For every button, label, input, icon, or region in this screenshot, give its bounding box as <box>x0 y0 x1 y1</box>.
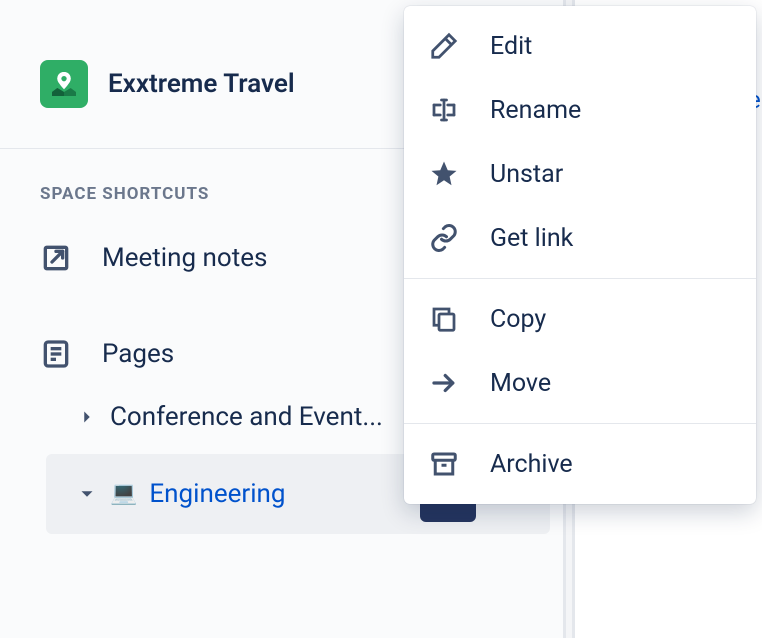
menu-label: Unstar <box>490 160 563 189</box>
tree-item-label: Engineering <box>149 479 285 509</box>
external-link-icon <box>40 242 72 274</box>
menu-rename[interactable]: Rename <box>404 78 756 142</box>
menu-get-link[interactable]: Get link <box>404 206 756 270</box>
menu-unstar[interactable]: Unstar <box>404 142 756 206</box>
shortcut-label: Meeting notes <box>102 243 267 273</box>
page-actions-menu: Edit Rename Unstar <box>404 6 756 504</box>
star-icon <box>428 158 460 190</box>
menu-move[interactable]: Move <box>404 351 756 415</box>
menu-label: Copy <box>490 305 546 334</box>
pages-icon <box>40 338 72 370</box>
menu-label: Move <box>490 369 551 398</box>
space-logo <box>40 60 88 108</box>
pencil-icon <box>428 30 460 62</box>
rename-icon <box>428 94 460 126</box>
arrow-right-icon <box>428 367 460 399</box>
space-name: Exxtreme Travel <box>108 69 295 99</box>
tree-item-label: Conference and Event... <box>110 402 383 432</box>
copy-icon <box>428 303 460 335</box>
laptop-emoji-icon: 💻 <box>110 483 137 505</box>
menu-label: Rename <box>490 96 581 125</box>
menu-archive[interactable]: Archive <box>404 432 756 496</box>
archive-icon <box>428 448 460 480</box>
pages-label: Pages <box>102 339 174 369</box>
chevron-right-icon[interactable] <box>76 406 98 428</box>
menu-label: Get link <box>490 224 573 253</box>
pin-map-icon <box>48 68 80 100</box>
menu-label: Archive <box>490 450 573 479</box>
chevron-down-icon[interactable] <box>76 483 98 505</box>
menu-edit[interactable]: Edit <box>404 14 756 78</box>
menu-copy[interactable]: Copy <box>404 287 756 351</box>
link-icon <box>428 222 460 254</box>
menu-label: Edit <box>490 32 532 61</box>
